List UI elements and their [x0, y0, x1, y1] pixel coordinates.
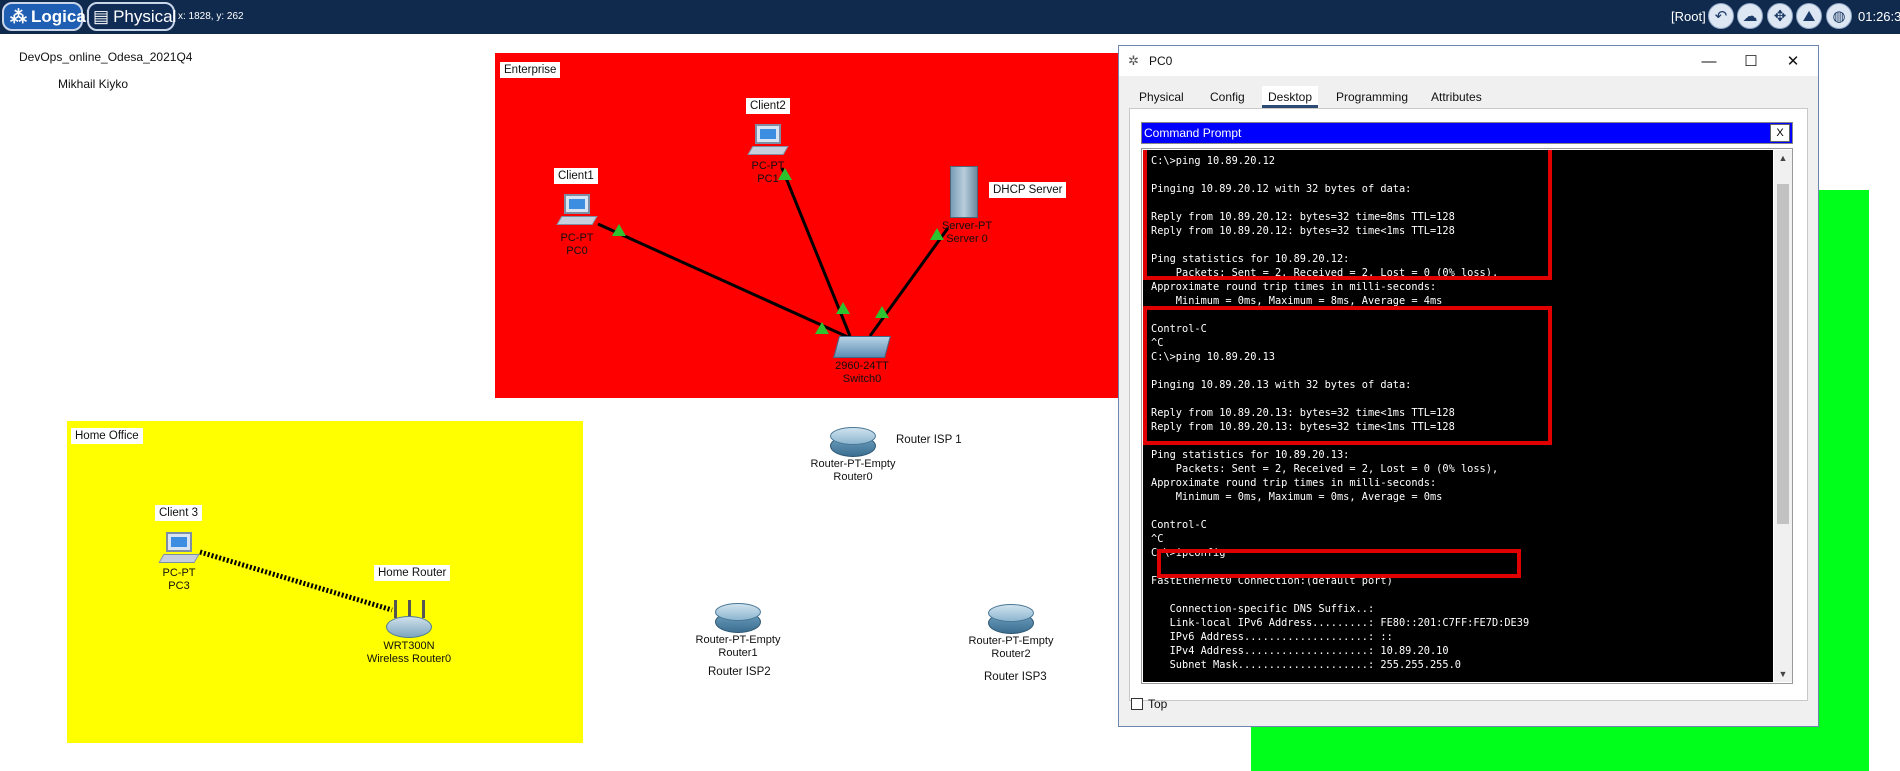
command-prompt-close-button[interactable]: X	[1770, 124, 1790, 142]
top-checkbox[interactable]: Top	[1131, 697, 1167, 711]
switch0-label: 2960-24TT Switch0	[835, 360, 889, 386]
wireless-router0-model: WRT300N	[383, 640, 435, 652]
tab-programming[interactable]: Programming	[1330, 86, 1414, 108]
router0-name: Router0	[833, 471, 873, 483]
highlight-ping-13	[1143, 306, 1552, 445]
note-client1[interactable]: Client1	[554, 168, 598, 184]
router2-model: Router-PT-Empty	[968, 635, 1054, 647]
scrollbar-thumb[interactable]	[1777, 184, 1789, 524]
router2-label: Router-PT-Empty Router2	[969, 635, 1054, 661]
minimize-button[interactable]: —	[1688, 49, 1730, 73]
console-line: Ping statistics for 10.89.20.13:	[1151, 449, 1350, 461]
console-line: IPv4 Address....................: 10.89.…	[1151, 645, 1449, 657]
pc0-label: PC-PT PC0	[561, 232, 594, 258]
switch0-device[interactable]	[833, 336, 891, 358]
pc1-label: PC-PT PC1	[752, 160, 785, 186]
wireless-router0-name: Wireless Router0	[366, 653, 452, 665]
note-router-isp1[interactable]: Router ISP 1	[892, 432, 966, 448]
server0-device[interactable]	[950, 166, 978, 218]
note-dhcp-server[interactable]: DHCP Server	[989, 182, 1067, 198]
command-prompt-frame: C:\>ping 10.89.20.12 Pinging 10.89.20.12 …	[1141, 148, 1793, 684]
console-line: IPv6 Address....................: ::	[1151, 631, 1393, 643]
pc3-device[interactable]	[158, 532, 200, 566]
tab-config[interactable]: Config	[1204, 86, 1251, 108]
console-line: Subnet Mask.....................: 255.25…	[1151, 659, 1461, 671]
console-output[interactable]: C:\>ping 10.89.20.12 Pinging 10.89.20.12 …	[1143, 150, 1773, 682]
server0-name: Server 0	[946, 233, 988, 245]
note-home-office[interactable]: Home Office	[71, 428, 143, 444]
command-prompt-titlebar: Command Prompt X	[1141, 122, 1793, 144]
pc3-label: PC-PT PC3	[163, 567, 196, 593]
highlight-ping-12	[1143, 150, 1552, 280]
scroll-up-icon[interactable]: ▲	[1774, 150, 1792, 166]
scroll-down-icon[interactable]: ▼	[1774, 666, 1792, 682]
checkbox-box[interactable]	[1131, 698, 1143, 710]
router0-model: Router-PT-Empty	[810, 458, 896, 470]
pc3-name: PC3	[168, 580, 190, 592]
router0-device[interactable]	[830, 427, 876, 459]
wireless-router0-device[interactable]	[386, 600, 432, 638]
note-client2[interactable]: Client2	[746, 98, 790, 114]
router1-name: Router1	[718, 647, 758, 659]
console-line: Connection-specific DNS Suffix..:	[1151, 603, 1375, 615]
console-line: Approximate round trip times in milli-se…	[1151, 477, 1437, 489]
maximize-button[interactable]: ☐	[1730, 49, 1772, 73]
highlight-ipv4-address	[1157, 549, 1521, 578]
note-client3[interactable]: Client 3	[155, 505, 202, 521]
note-router-isp2[interactable]: Router ISP2	[704, 664, 775, 680]
note-home-router[interactable]: Home Router	[374, 565, 451, 581]
pc1-model: PC-PT	[751, 160, 785, 172]
command-prompt-title: Command Prompt	[1144, 126, 1242, 140]
note-enterprise[interactable]: Enterprise	[500, 62, 561, 78]
pc0-model: PC-PT	[560, 232, 594, 244]
router1-label: Router-PT-Empty Router1	[696, 634, 781, 660]
pc0-window: ✲ PC0 — ☐ ✕ Physical Config Desktop Prog…	[1118, 45, 1819, 727]
pc3-model: PC-PT	[162, 567, 196, 579]
tab-physical[interactable]: Physical	[1133, 86, 1190, 108]
router2-name: Router2	[991, 648, 1031, 660]
switch0-name: Switch0	[842, 373, 882, 385]
close-button[interactable]: ✕	[1772, 49, 1814, 73]
cisco-window-icon: ✲	[1128, 53, 1139, 68]
note-router-isp3[interactable]: Router ISP3	[980, 669, 1051, 685]
server0-label: Server-PT Server 0	[942, 220, 992, 246]
server0-model: Server-PT	[941, 220, 993, 232]
wireless-router0-label: WRT300N Wireless Router0	[367, 640, 451, 666]
pc1-name: PC1	[757, 173, 779, 185]
console-line: Minimum = 0ms, Maximum = 0ms, Average = …	[1151, 491, 1443, 503]
pc1-device[interactable]	[747, 124, 789, 158]
wireless-link-pc3-router[interactable]	[199, 549, 393, 613]
console-scrollbar[interactable]: ▲ ▼	[1774, 150, 1792, 682]
pc0-name: PC0	[566, 245, 588, 257]
pc0-device[interactable]	[556, 194, 598, 228]
top-checkbox-label: Top	[1148, 697, 1168, 711]
pc0-window-title: PC0	[1149, 54, 1173, 68]
switch0-model: 2960-24TT	[835, 360, 889, 372]
cable-server-switch[interactable]	[868, 227, 950, 337]
console-line: Approximate round trip times in milli-se…	[1151, 281, 1437, 293]
router1-model: Router-PT-Empty	[695, 634, 781, 646]
router1-device[interactable]	[715, 603, 761, 635]
console-line: ^C	[1151, 533, 1164, 545]
router0-label: Router-PT-Empty Router0	[811, 458, 896, 484]
pc0-window-titlebar[interactable]: ✲ PC0 — ☐ ✕	[1119, 46, 1818, 76]
tab-desktop[interactable]: Desktop	[1262, 86, 1319, 108]
tab-attributes[interactable]: Attributes	[1425, 86, 1488, 108]
console-line: Link-local IPv6 Address.........: FE80::…	[1151, 617, 1530, 629]
router2-device[interactable]	[988, 604, 1034, 636]
console-line: Packets: Sent = 2, Received = 2, Lost = …	[1151, 463, 1499, 475]
console-line: Control-C	[1151, 519, 1207, 531]
